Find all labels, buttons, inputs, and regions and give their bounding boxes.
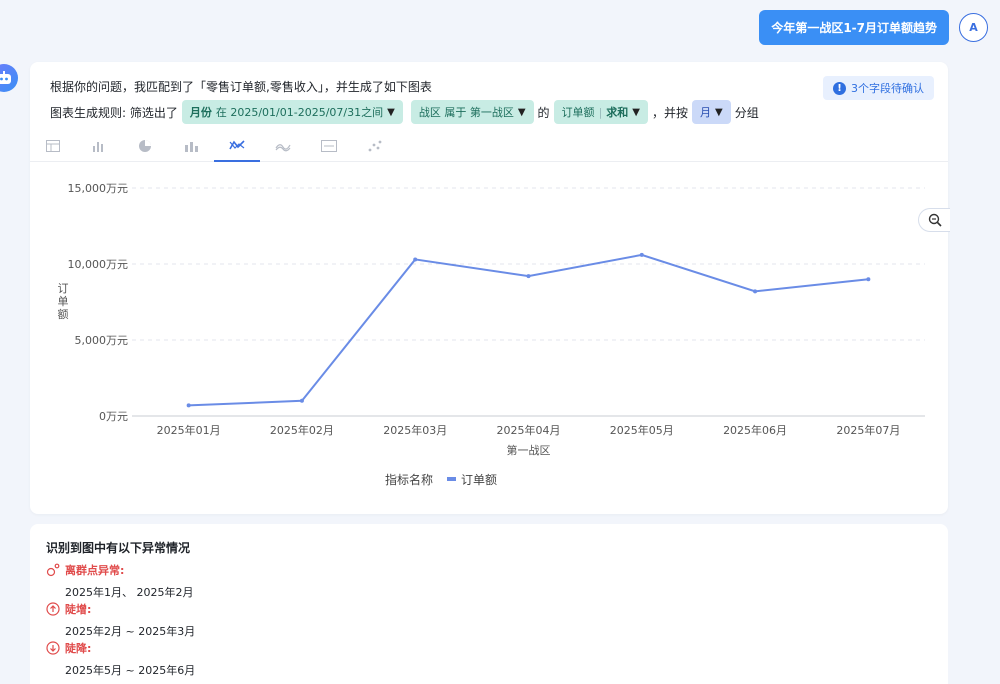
legend-label: 订单额 (461, 473, 497, 487)
anomaly-title: 识别到图中有以下异常情况 (46, 541, 191, 555)
x-tick-label: 2025年02月 (270, 423, 334, 437)
chevron-down-icon: ▼ (715, 106, 723, 118)
user-message-row: 今年第一战区1-7月订单额趋势 A (759, 10, 988, 45)
anomaly-item-surge: 陡增: 2025年2月 ~ 2025年3月 (46, 601, 195, 639)
y-axis-title: 单 (58, 295, 69, 308)
chart-rule-row: 图表生成规则: 筛选出了 月份 在 2025/01/01-2025/07/31之… (50, 100, 759, 124)
chart-type-tabs (30, 130, 948, 162)
x-tick-label: 2025年07月 (836, 423, 900, 437)
chevron-down-icon: ▼ (632, 106, 640, 118)
tab-table[interactable] (30, 130, 76, 162)
y-axis-title: 订 (58, 282, 69, 295)
data-point (299, 398, 304, 403)
data-point (866, 277, 871, 282)
rule-of-text: 的 (537, 105, 550, 120)
surge-icon (46, 602, 60, 616)
anomaly-item-outlier: 离群点异常: 2025年1月、 2025年2月 (46, 562, 193, 600)
x-tick-label: 2025年03月 (383, 423, 447, 437)
tab-stacked[interactable] (168, 130, 214, 162)
metric-agg: 求和 (606, 106, 629, 119)
tab-area[interactable] (260, 130, 306, 162)
number-card-icon (321, 140, 337, 152)
field-confirm-badge[interactable]: ! 3个字段待确认 (823, 76, 934, 100)
x-tick-label: 2025年04月 (497, 423, 561, 437)
data-point (413, 257, 418, 262)
x-tick-label: 2025年06月 (723, 423, 787, 437)
month-filter-text: 在 2025/01/01-2025/07/31之间 (215, 106, 384, 119)
month-filter-pill[interactable]: 月份 在 2025/01/01-2025/07/31之间 ▼ (181, 100, 403, 124)
line-chart-icon (229, 140, 245, 150)
anomaly-value: 2025年2月 ~ 2025年3月 (65, 625, 196, 638)
tab-number[interactable] (306, 130, 352, 162)
data-point (639, 252, 644, 257)
group-value: 月 (700, 106, 711, 119)
zone-filter-text: 战区 属于 第一战区 (418, 106, 514, 119)
month-filter-field: 月份 (189, 106, 212, 119)
data-point (753, 289, 758, 294)
assistant-avatar-icon (0, 64, 18, 92)
stacked-bar-icon (185, 142, 198, 152)
intro-text: 根据你的问题，我匹配到了「零售订单额,零售收入」，并生成了如下图表 (50, 80, 432, 94)
line-chart: 0万元 5,000万元 10,000万元 15,000万元 2025年01月 2025年0… (58, 182, 925, 487)
filter-icon: ▼ (387, 106, 395, 118)
outlier-icon (46, 563, 60, 577)
field-confirm-label: 3个字段待确认 (851, 82, 924, 95)
area-chart-icon (275, 144, 291, 152)
chart-answer-card: 根据你的问题，我匹配到了「零售订单额,零售收入」，并生成了如下图表 ! 3个字段… (30, 62, 950, 514)
metric-pill[interactable]: 订单额 | 求和 ▼ (553, 100, 648, 124)
anomaly-value: 2025年5月 ~ 2025年6月 (65, 664, 196, 677)
anomaly-label: 陡降: (65, 642, 92, 655)
rule-group-prefix: ，并按 (651, 105, 688, 120)
data-point (186, 403, 191, 408)
tab-line[interactable] (214, 130, 260, 162)
y-tick-label: 5,000万元 (75, 334, 129, 347)
y-axis-title: 额 (58, 308, 69, 321)
tab-scatter[interactable] (352, 130, 398, 162)
y-tick-label: 10,000万元 (68, 258, 129, 271)
rule-group-suffix: 分组 (734, 105, 759, 120)
anomaly-label: 陡增: (65, 603, 92, 616)
data-point (526, 274, 531, 279)
pie-chart-icon (139, 140, 151, 152)
filter-icon: ▼ (517, 106, 526, 118)
x-tick-label: 2025年01月 (157, 423, 221, 437)
tab-pie[interactable] (122, 130, 168, 162)
user-query-bubble: 今年第一战区1-7月订单额趋势 (759, 10, 949, 45)
rule-prefix: 图表生成规则: 筛选出了 (50, 105, 178, 120)
x-axis-title: 第一战区 (507, 443, 551, 457)
group-pill[interactable]: 月 ▼ (692, 100, 731, 124)
legend-swatch (447, 477, 456, 481)
bar-chart-icon (93, 142, 103, 152)
y-tick-label: 15,000万元 (68, 182, 129, 195)
anomaly-value: 2025年1月、 2025年2月 (65, 586, 194, 599)
y-tick-label: 0万元 (99, 410, 128, 423)
legend-title: 指标名称 (385, 472, 433, 487)
metric-field: 订单额 (561, 106, 595, 119)
x-tick-label: 2025年05月 (610, 423, 674, 437)
user-avatar[interactable]: A (959, 13, 988, 42)
anomaly-card: 识别到图中有以下异常情况 离群点异常: 2025年1月、 2025年2月 陡增:… (30, 524, 948, 684)
scatter-icon (368, 140, 382, 152)
anomaly-label: 离群点异常: (65, 564, 125, 577)
anomaly-item-plunge: 陡降: 2025年5月 ~ 2025年6月 (46, 640, 195, 678)
info-icon: ! (833, 81, 846, 95)
zone-filter-pill[interactable]: 战区 属于 第一战区 ▼ (410, 100, 534, 124)
table-icon (46, 140, 60, 152)
plunge-icon (46, 641, 60, 655)
tab-bar[interactable] (76, 130, 122, 162)
